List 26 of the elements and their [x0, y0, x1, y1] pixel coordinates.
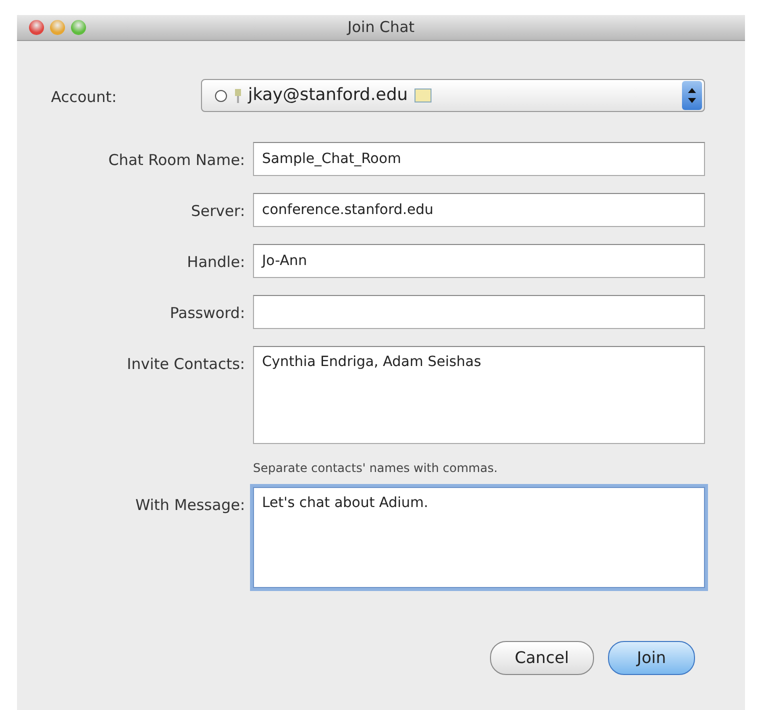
cancel-button[interactable]: Cancel	[490, 641, 594, 675]
account-select[interactable]: jkay@stanford.edu	[201, 79, 705, 112]
hint-text: Separate contacts' names with commas.	[253, 460, 499, 477]
text-field[interactable]: Jo-Ann	[253, 244, 705, 278]
status-icon	[214, 88, 228, 102]
field-label: Chat Room Name:	[107, 150, 246, 171]
field-label: With Message:	[134, 495, 246, 516]
plug-icon	[234, 88, 242, 104]
field-label: Invite Contacts:	[126, 354, 246, 375]
zoom-button[interactable]	[71, 20, 86, 35]
stepper-icon	[682, 81, 702, 110]
field-label: Password:	[168, 303, 246, 324]
account-value: jkay@stanford.edu	[248, 84, 408, 107]
close-button[interactable]	[29, 20, 44, 35]
account-label: Account:	[50, 87, 118, 108]
field-label: Server:	[190, 201, 246, 222]
password-field[interactable]	[253, 295, 705, 329]
minimize-button[interactable]	[50, 20, 65, 35]
text-area[interactable]: Let's chat about Adium.	[253, 487, 705, 588]
card-icon	[414, 88, 432, 103]
field-label: Handle:	[186, 252, 246, 273]
text-area[interactable]: Cynthia Endriga, Adam Seishas	[253, 346, 705, 444]
text-field[interactable]: conference.stanford.edu	[253, 193, 705, 227]
text-field[interactable]: Sample_Chat_Room	[253, 142, 705, 176]
join-button[interactable]: Join	[608, 641, 695, 675]
window-title: Join Chat	[346, 17, 416, 38]
